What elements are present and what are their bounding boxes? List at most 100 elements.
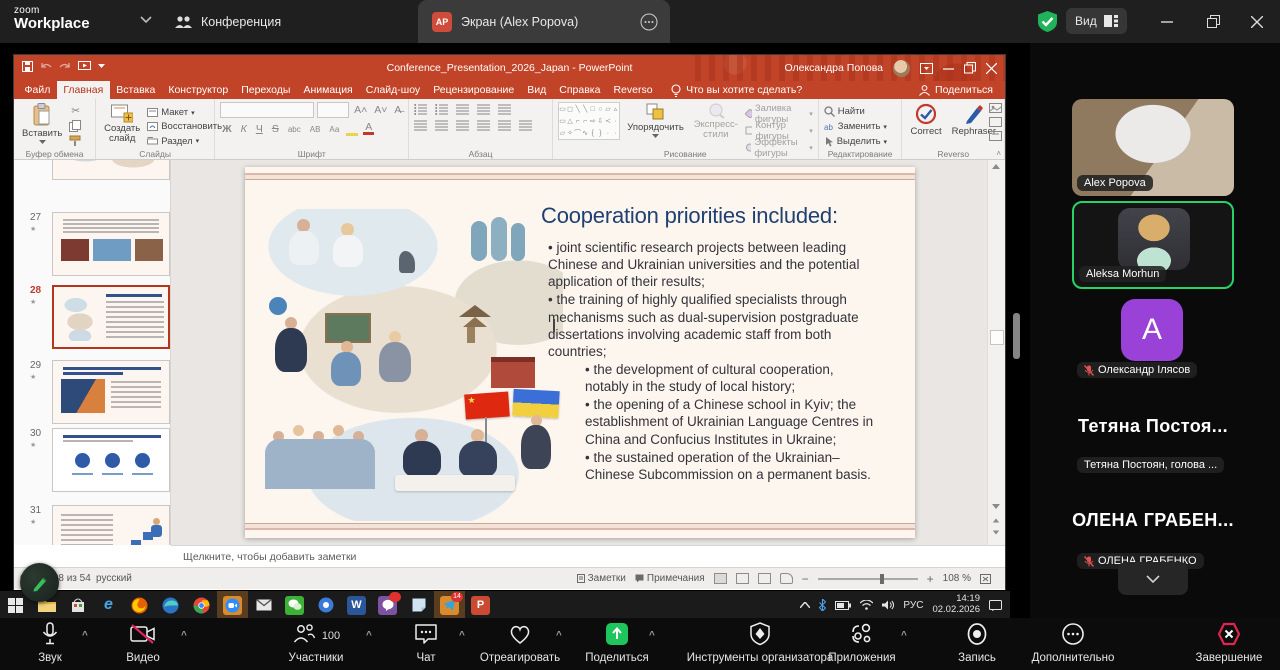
battery-icon[interactable] [835,601,851,610]
tray-language[interactable]: РУС [903,600,923,611]
replace-button[interactable]: abЗаменить▾ [824,120,897,133]
participants-collapse-button[interactable] [1118,562,1188,595]
notes-toggle[interactable]: Заметки [577,573,626,584]
control-end-button[interactable]: Завершение [1169,623,1280,664]
participant-tile-4[interactable]: Тетяна Постоя...Тетяна Постоян, голова .… [1072,388,1234,478]
ribbon-display-options-icon[interactable] [920,63,933,74]
tray-clock[interactable]: 14:19 02.02.2026 [932,594,980,616]
highlight-color-button[interactable] [346,122,358,136]
line-spacing-icon[interactable] [498,104,511,115]
wifi-icon[interactable] [860,600,873,610]
quick-styles-button[interactable]: Экспресс-стили [691,102,741,148]
ppt-tab-10[interactable]: Reverso [607,81,659,99]
clear-format-icon[interactable]: A̶ [392,104,403,116]
taskbar-powerpoint-icon[interactable]: P [465,591,496,619]
slide-scrollbar[interactable] [987,160,1005,545]
tab-conference[interactable]: Конференция [175,0,281,43]
control-chevron-icon[interactable]: ^ [649,630,655,641]
ppt-share-button[interactable]: Поделиться [919,84,1005,96]
annotation-button[interactable] [20,563,59,602]
panel-placeholder-icon[interactable] [989,117,1002,127]
correct-button[interactable]: Correct [907,102,944,148]
zoom-in-button[interactable]: + [927,572,934,586]
char-spacing-button[interactable]: АВ [308,125,323,134]
zoom-level[interactable]: 108 % [943,573,971,584]
ppt-tab-0[interactable]: Файл [18,81,57,99]
change-case-button[interactable]: Аа [327,125,341,134]
numbering-icon[interactable] [435,104,448,115]
text-direction-icon[interactable] [519,120,532,131]
ppt-tab-7[interactable]: Рецензирование [427,81,521,99]
underline-button[interactable]: Ч [254,123,265,135]
zoom-slider[interactable] [818,578,918,580]
slide-28[interactable]: ★ [245,167,915,538]
thumbnail-slide-27[interactable] [52,212,170,276]
taskbar-zoom-app-icon[interactable] [217,591,248,619]
taskbar-chrome-icon[interactable] [186,591,217,619]
cut-icon[interactable]: ✂ [69,105,82,117]
tab-shared-screen[interactable]: AP Экран (Alex Popova) [418,0,670,43]
align-left-icon[interactable] [414,120,427,131]
increase-font-icon[interactable]: A˄ [352,104,369,116]
status-language[interactable]: русский [96,573,132,584]
taskbar-wechat-icon[interactable] [279,591,310,619]
collapse-ribbon-icon[interactable]: ˄ [996,149,1001,158]
tell-me-box[interactable]: Что вы хотите сделать? [686,84,802,96]
shapes-gallery[interactable]: ▭◻╲╲□○▱▵ ▭△⌐⌐⇨⇩≺· ▱✧⌒∿{}·· [558,102,621,140]
ppt-tab-3[interactable]: Конструктор [162,81,235,99]
participant-tile-5[interactable]: ОЛЕНА ГРАБЕН...ОЛЕНА ГРАБЕНКО [1072,482,1234,574]
font-size-box[interactable] [317,102,349,118]
format-painter-icon[interactable] [69,135,81,147]
ppt-tab-1[interactable]: Главная [57,81,110,99]
align-center-icon[interactable] [435,120,448,131]
ppt-tab-2[interactable]: Вставка [110,81,162,99]
taskbar-sticky-notes-icon[interactable] [403,591,434,619]
font-name-box[interactable] [220,102,314,118]
thumbnail-slide-30[interactable] [52,428,170,492]
previous-slide-icon[interactable] [993,519,999,523]
taskbar-word-icon[interactable]: W [341,591,372,619]
scroll-down-icon[interactable] [992,504,1000,509]
bold-button[interactable]: Ж [220,123,234,135]
section-button[interactable]: Раздел▾ [147,135,222,148]
justify-icon[interactable] [477,120,490,131]
taskbar-edge-icon[interactable] [155,591,186,619]
zoom-out-button[interactable]: − [802,572,809,586]
shadow-button[interactable]: abc [286,125,303,134]
control-chevron-icon[interactable]: ^ [181,630,187,641]
paste-button[interactable]: Вставить [19,102,65,148]
tab-more-icon[interactable] [640,13,658,31]
ppt-tab-6[interactable]: Слайд-шоу [359,81,426,99]
control-share-button[interactable]: Поделиться [557,623,677,664]
scroll-up-icon[interactable] [992,164,1000,169]
taskbar-viber-icon[interactable] [372,591,403,619]
arrange-button[interactable]: Упорядочить [624,102,687,148]
ppt-account-name[interactable]: Олександра Попова [784,62,883,74]
control-people-button[interactable]: 100Участники [256,623,376,664]
window-close-button[interactable] [1240,0,1274,43]
panel-image-icon[interactable] [989,103,1002,113]
meeting-security-icon[interactable] [1036,10,1059,33]
scrollbar-thumb[interactable] [990,330,1004,345]
columns-icon[interactable] [498,120,511,131]
indent-decrease-icon[interactable] [456,104,469,115]
layout-button[interactable]: Макет▾ [147,106,222,119]
italic-button[interactable]: К [239,123,249,135]
bullets-icon[interactable] [414,104,427,115]
taskbar-store-icon[interactable] [62,591,93,619]
ppt-minimize-icon[interactable] [943,63,954,74]
reset-slide-button[interactable]: Восстановить [147,120,222,133]
find-button[interactable]: Найти [824,102,897,118]
ppt-tab-9[interactable]: Справка [553,81,607,99]
font-color-button[interactable]: А [363,123,374,135]
shared-screen-scrollbar[interactable] [1013,313,1020,359]
action-center-icon[interactable] [989,600,1002,611]
thumbnail-slide-28[interactable] [52,285,170,349]
slide-sorter-view-button[interactable] [736,573,749,584]
ppt-tab-4[interactable]: Переходы [235,81,297,99]
decrease-font-icon[interactable]: A˅ [372,104,389,116]
notes-pane[interactable]: Щелкните, чтобы добавить заметки [171,545,1005,567]
thumbnail-slide-29[interactable] [52,360,170,424]
fit-to-window-icon[interactable] [980,574,991,584]
taskbar-messenger-icon[interactable]: 14 [434,591,465,619]
